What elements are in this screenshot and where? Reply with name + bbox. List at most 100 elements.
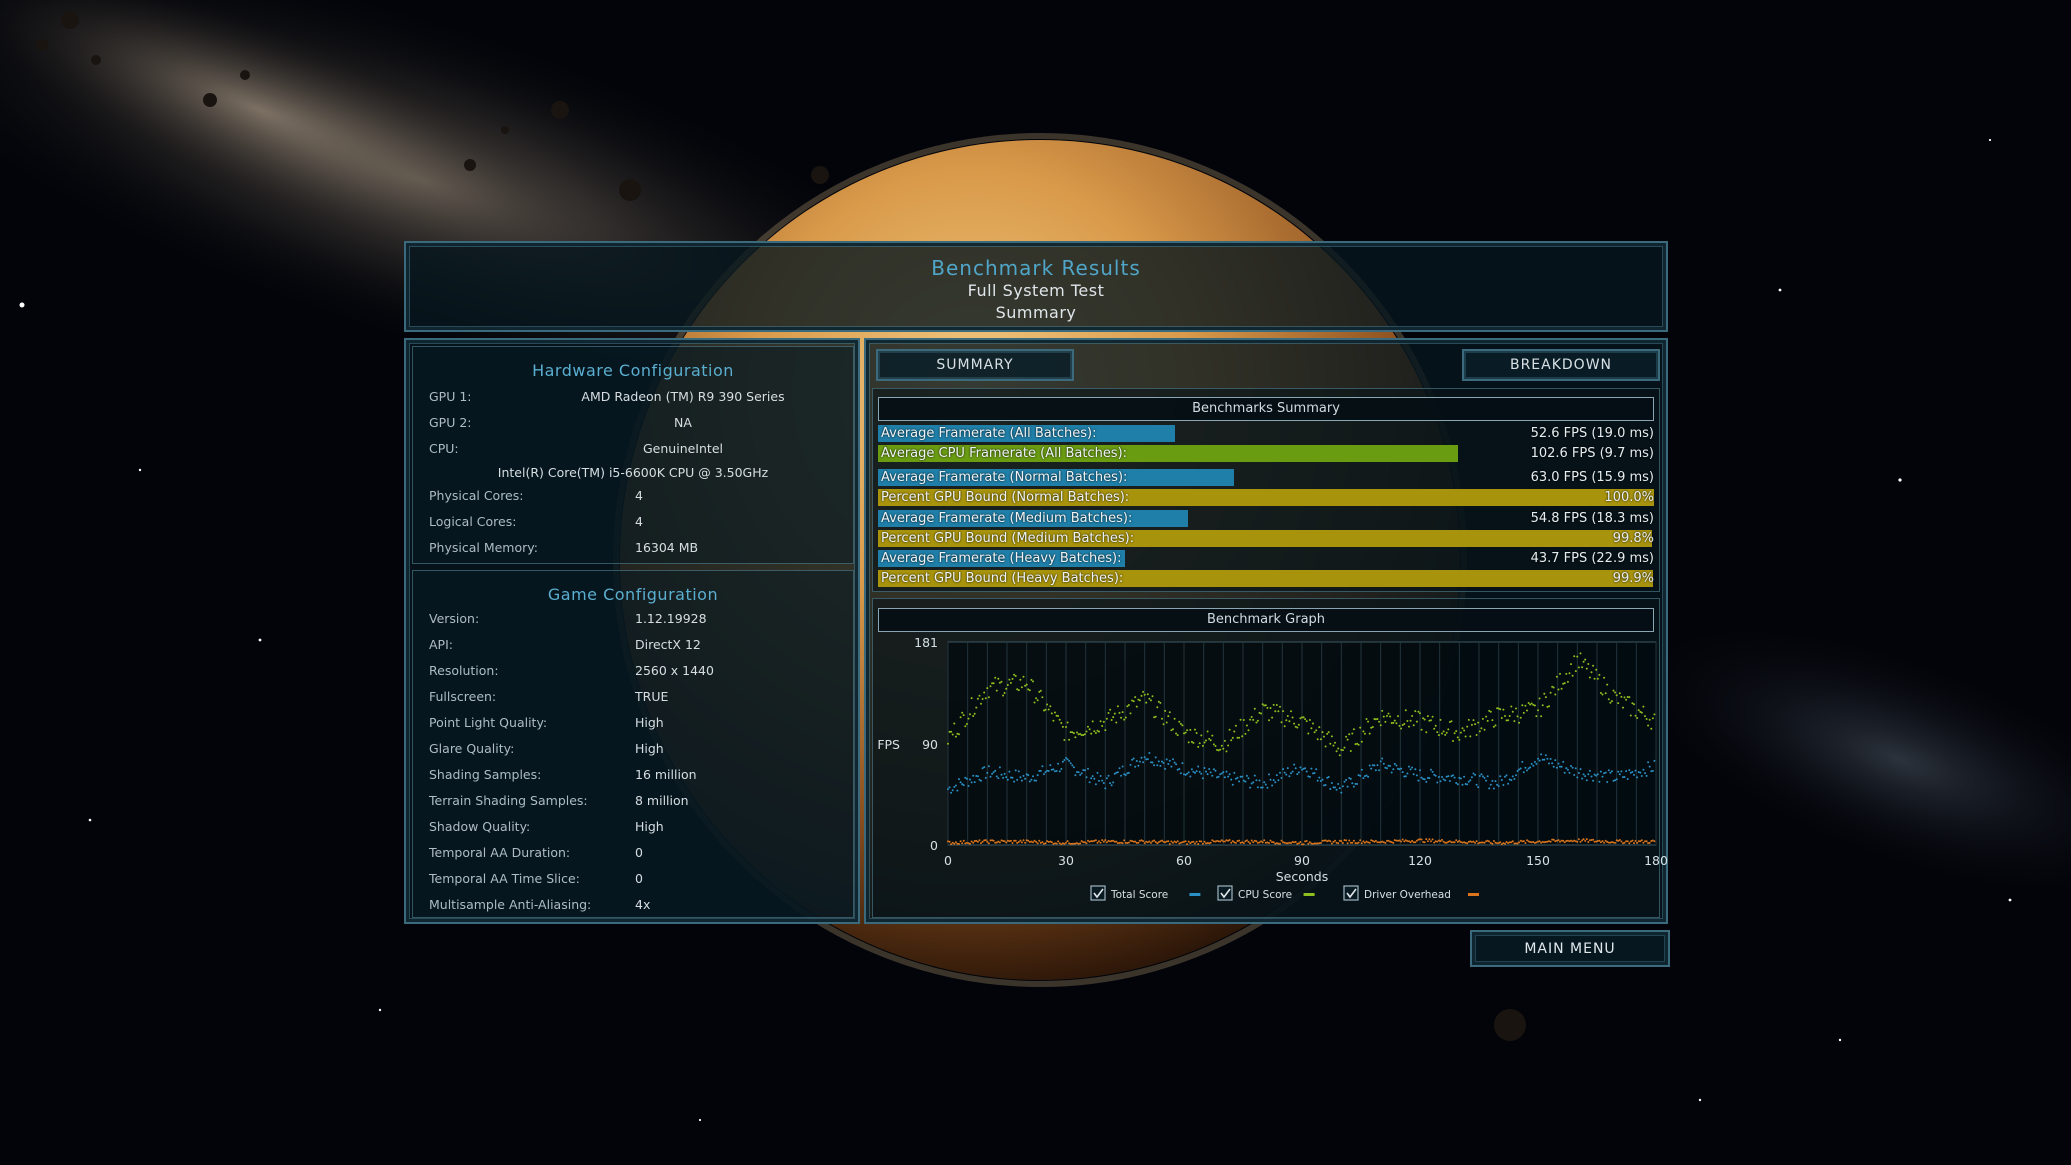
data-point: [1478, 730, 1481, 733]
legend-checkbox: [1343, 885, 1359, 901]
data-point: [1008, 770, 1011, 773]
data-point: [1173, 717, 1176, 720]
data-point: [967, 717, 970, 720]
data-point: [1192, 840, 1195, 843]
data-point: [1478, 775, 1481, 777]
data-point: [1626, 778, 1629, 780]
main-menu-button[interactable]: MAIN MENU: [1470, 930, 1670, 967]
data-point: [1256, 786, 1259, 789]
data-point: [1085, 776, 1088, 779]
x-tick-label: 30: [1058, 853, 1074, 868]
data-point: [1305, 770, 1308, 773]
data-point: [1245, 724, 1248, 727]
data-point: [1189, 728, 1192, 731]
data-point: [1408, 765, 1410, 768]
data-point: [1502, 708, 1505, 711]
x-tick-label: 90: [1294, 853, 1310, 868]
data-point: [1563, 841, 1566, 844]
data-point: [1610, 770, 1613, 773]
data-point: [1017, 841, 1020, 843]
data-point: [1041, 696, 1044, 699]
data-point: [1219, 748, 1222, 751]
data-point: [1107, 712, 1110, 714]
data-point: [1392, 721, 1395, 724]
data-point: [1337, 842, 1340, 845]
data-point: [1105, 841, 1108, 844]
data-point: [1574, 767, 1577, 770]
data-point: [1175, 763, 1178, 766]
data-point: [1596, 773, 1599, 776]
data-point: [1255, 840, 1258, 843]
data-point: [1157, 760, 1160, 763]
data-point: [989, 685, 992, 688]
data-point: [1411, 766, 1414, 769]
data-point: [1537, 709, 1539, 712]
data-point: [1164, 709, 1167, 712]
data-point: [1201, 842, 1204, 845]
data-point: [1150, 699, 1152, 702]
data-point: [1636, 717, 1639, 719]
data-point: [1074, 774, 1077, 777]
data-point: [1283, 771, 1286, 774]
data-point: [1329, 840, 1332, 843]
data-point: [976, 775, 979, 778]
data-point: [1544, 696, 1547, 699]
data-point: [1329, 742, 1332, 745]
data-point: [1475, 734, 1478, 736]
data-point: [1334, 786, 1336, 789]
data-point: [1581, 839, 1584, 842]
data-point: [1382, 715, 1385, 718]
data-point: [1194, 771, 1196, 774]
data-point: [958, 733, 960, 736]
data-point: [1003, 840, 1006, 843]
data-point: [1598, 780, 1601, 783]
data-point: [1368, 764, 1371, 767]
data-point: [1266, 706, 1269, 709]
data-point: [1546, 757, 1549, 760]
data-point: [1214, 769, 1217, 772]
data-point: [1425, 731, 1428, 734]
data-point: [1203, 741, 1206, 744]
data-point: [1535, 715, 1538, 718]
data-point: [964, 725, 967, 728]
data-point: [1522, 840, 1525, 843]
data-point: [1647, 724, 1650, 727]
data-point: [1524, 842, 1527, 844]
data-point: [1154, 756, 1157, 759]
data-point: [1436, 731, 1439, 734]
data-point: [1568, 771, 1571, 774]
data-point: [1587, 773, 1590, 776]
data-point: [1131, 758, 1134, 761]
data-point: [1255, 779, 1258, 782]
data-point: [1000, 680, 1003, 683]
data-point: [1195, 770, 1198, 773]
data-point: [1406, 772, 1409, 775]
data-point: [1113, 712, 1116, 715]
data-point: [1290, 772, 1292, 775]
page-subtitle: Full System Test: [967, 281, 1105, 300]
data-point: [1516, 715, 1519, 718]
data-point: [1255, 721, 1258, 724]
data-point: [1359, 839, 1362, 842]
data-point: [1420, 728, 1423, 731]
data-point: [1612, 689, 1615, 692]
data-point: [1588, 676, 1591, 679]
data-point: [1452, 774, 1454, 777]
data-point: [1231, 783, 1234, 786]
data-point: [1373, 764, 1376, 767]
data-point: [1386, 715, 1388, 717]
config-label: Temporal AA Time Slice:: [429, 871, 580, 886]
data-point: [1105, 777, 1108, 780]
data-point: [1409, 768, 1412, 771]
data-point: [1024, 841, 1027, 844]
y-tick-label: 181: [914, 635, 938, 650]
data-point: [1154, 715, 1157, 718]
data-point: [1645, 840, 1648, 843]
data-point: [998, 766, 1001, 769]
data-point: [1603, 676, 1606, 679]
data-point: [1293, 763, 1296, 766]
data-point: [1017, 689, 1020, 692]
data-point: [1058, 718, 1061, 721]
data-point: [1252, 718, 1255, 721]
data-point: [1167, 715, 1170, 718]
